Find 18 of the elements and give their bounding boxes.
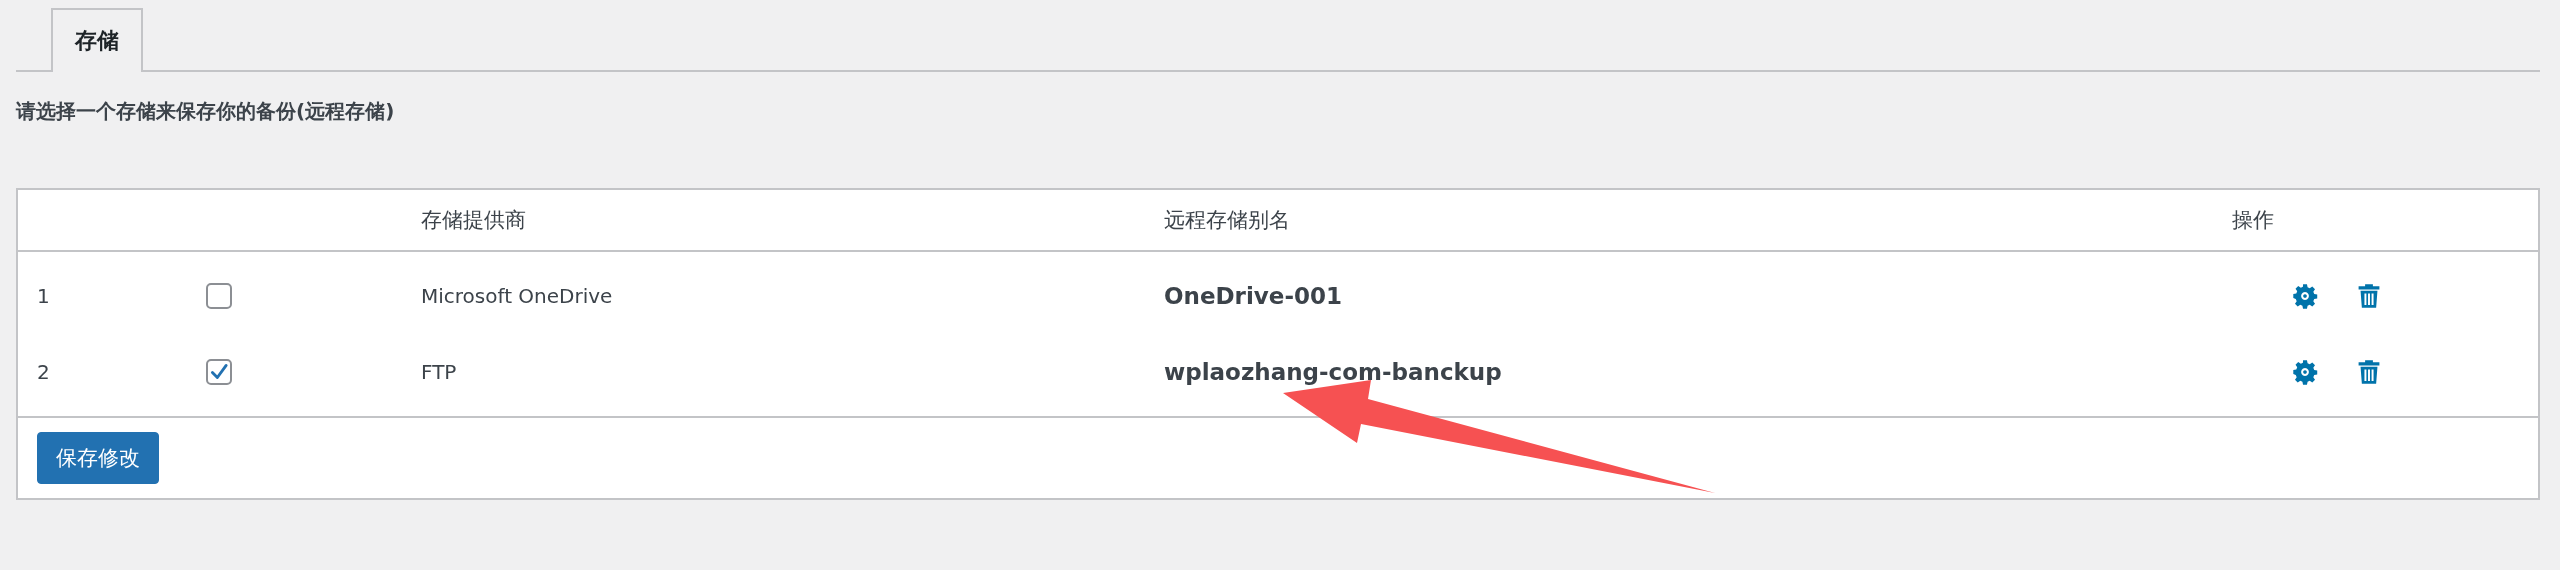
provider-name: FTP	[421, 360, 457, 384]
row-number: 1	[37, 284, 50, 308]
checkbox[interactable]	[206, 283, 232, 309]
row-number: 2	[37, 360, 50, 384]
tab[interactable]: 存储	[51, 8, 143, 72]
storage-alias: OneDrive-001	[1164, 283, 1342, 309]
column-header: 远程存储别名	[1164, 208, 1290, 232]
column-header: 操作	[2232, 208, 2274, 232]
provider-name: Microsoft OneDrive	[421, 284, 613, 308]
description-text: 请选择一个存储来保存你的备份(远程存储)	[16, 98, 396, 125]
settings-icon[interactable]	[2292, 283, 2318, 309]
column-header: 存储提供商	[421, 208, 526, 232]
storage-alias: wplaozhang-com-banckup	[1164, 359, 1502, 385]
settings-icon[interactable]	[2292, 359, 2318, 385]
save-button[interactable]: 保存修改	[37, 432, 159, 484]
trash-icon[interactable]	[2356, 283, 2382, 309]
checkbox[interactable]	[206, 359, 232, 385]
trash-icon[interactable]	[2356, 359, 2382, 385]
